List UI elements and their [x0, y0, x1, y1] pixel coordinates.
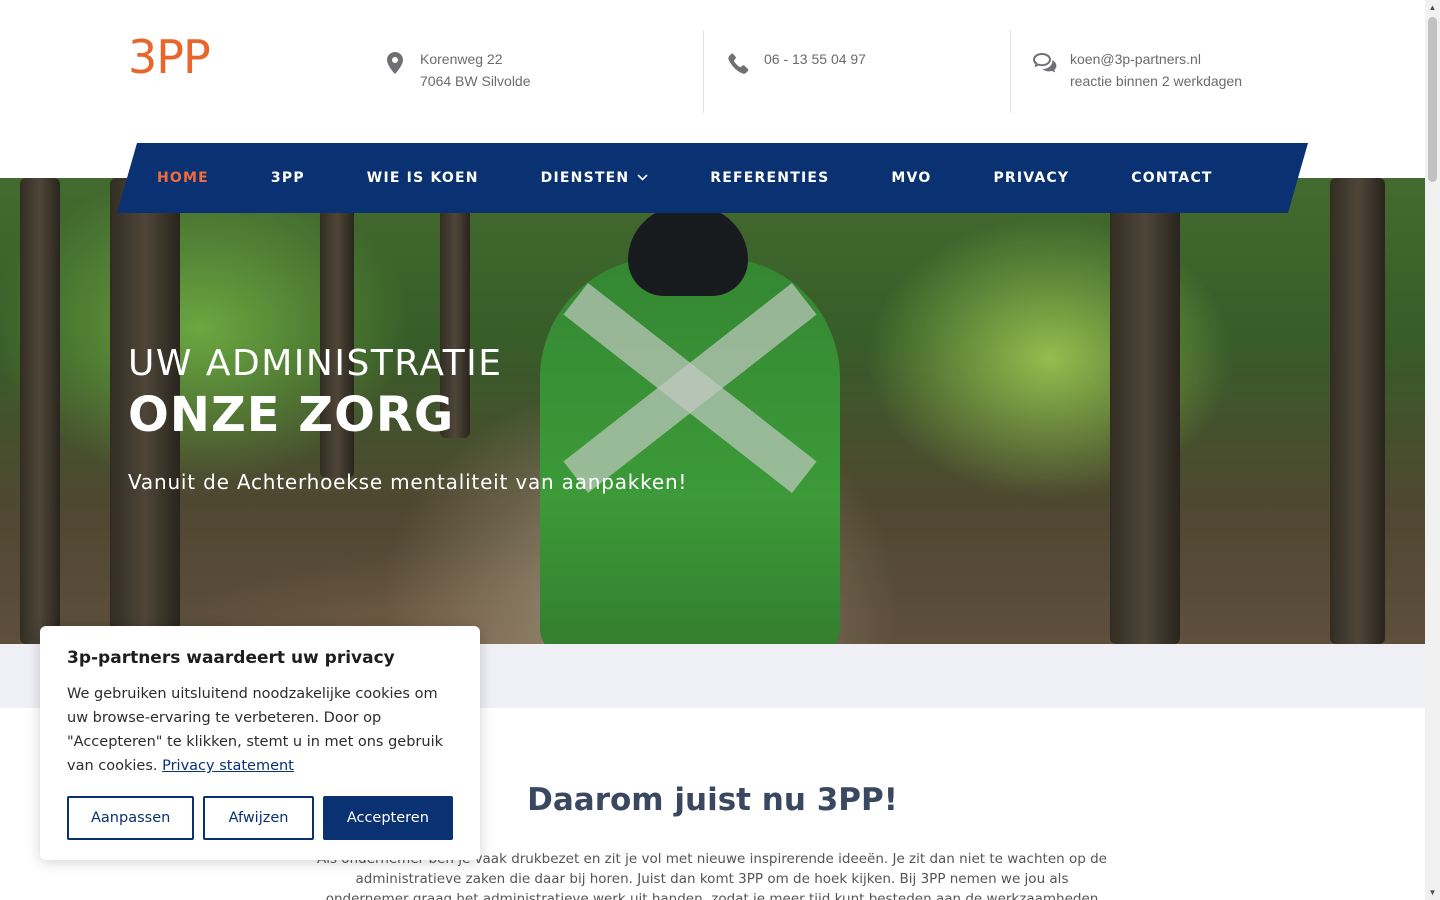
scroll-down-icon[interactable]: ▼: [1425, 885, 1440, 900]
chat-bubbles-icon: [1032, 50, 1058, 76]
phone-number: 06 - 13 55 04 97: [764, 51, 866, 67]
map-pin-icon: [382, 50, 408, 76]
phone-block[interactable]: 06 - 13 55 04 97: [726, 48, 866, 76]
hero-title-line1: UW ADMINISTRATIE: [128, 343, 503, 384]
cookie-title: 3p-partners waardeert uw privacy: [67, 648, 395, 668]
nav-label: WIE IS KOEN: [366, 170, 479, 186]
nav-item-mvo[interactable]: MVO: [891, 170, 931, 186]
divider: [1010, 30, 1011, 113]
address-line2: 7064 BW Silvolde: [420, 73, 531, 89]
hero-subtitle: Vanuit de Achterhoekse mentaliteit van a…: [128, 470, 688, 494]
nav-item-privacy[interactable]: PRIVACY: [993, 170, 1069, 186]
phone-icon: [726, 50, 752, 76]
divider: [703, 30, 704, 113]
nav-item-contact[interactable]: CONTACT: [1131, 170, 1212, 186]
email-address: koen@3p-partners.nl: [1070, 51, 1201, 67]
hero-title-line2: ONZE ZORG: [128, 387, 455, 443]
page: 3PP Korenweg 22 7064 BW Silvolde 06 - 13…: [0, 0, 1440, 900]
scrollbar-thumb[interactable]: [1428, 17, 1437, 182]
nav-label: MVO: [891, 170, 932, 186]
nav-item-home[interactable]: HOME: [157, 170, 209, 186]
nav-label: PRIVACY: [993, 170, 1070, 186]
hero-banner: UW ADMINISTRATIE ONZE ZORG Vanuit de Ach…: [0, 178, 1425, 644]
nav-label: HOME: [157, 170, 209, 186]
nav-item-wie-is-koen[interactable]: WIE IS KOEN: [367, 170, 479, 186]
main-nav: HOME 3PP WIE IS KOEN DIENSTEN REFERENTIE…: [117, 143, 1308, 213]
site-header: 3PP Korenweg 22 7064 BW Silvolde 06 - 13…: [0, 0, 1425, 143]
cookie-text: We gebruiken uitsluitend noodzakelijke c…: [67, 682, 453, 778]
scroll-up-icon[interactable]: ▲: [1425, 0, 1440, 15]
nav-label: CONTACT: [1131, 170, 1213, 186]
address-line1: Korenweg 22: [420, 51, 503, 67]
customize-button[interactable]: Aanpassen: [67, 796, 195, 840]
address-block: Korenweg 22 7064 BW Silvolde: [382, 48, 531, 92]
logo[interactable]: 3PP: [128, 34, 211, 80]
cookie-consent-dialog: 3p-partners waardeert uw privacy We gebr…: [40, 626, 480, 860]
email-note: reactie binnen 2 werkdagen: [1070, 73, 1243, 89]
nav-item-3pp[interactable]: 3PP: [271, 170, 305, 186]
reject-button[interactable]: Afwijzen: [203, 796, 314, 840]
accept-button[interactable]: Accepteren: [322, 796, 454, 840]
nav-label: 3PP: [270, 170, 305, 186]
privacy-statement-link[interactable]: Privacy statement: [162, 758, 294, 774]
nav-label: DIENSTEN: [540, 170, 630, 186]
nav-item-diensten[interactable]: DIENSTEN: [541, 170, 649, 186]
cookie-buttons: Aanpassen Afwijzen Accepteren: [67, 796, 454, 840]
nav-label: REFERENTIES: [710, 170, 830, 186]
chevron-down-icon: [637, 173, 648, 184]
scrollbar[interactable]: ▲ ▼: [1425, 0, 1440, 900]
nav-item-referenties[interactable]: REFERENTIES: [710, 170, 829, 186]
email-block[interactable]: koen@3p-partners.nl reactie binnen 2 wer…: [1032, 48, 1242, 92]
